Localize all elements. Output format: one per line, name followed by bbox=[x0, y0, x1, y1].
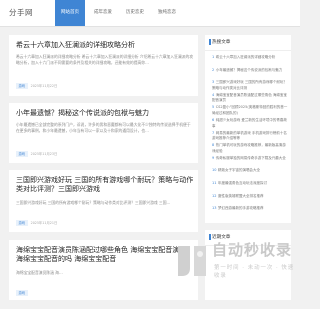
hot-item-text[interactable]: 年度最强角色互动玩法深度探讨 bbox=[218, 181, 267, 185]
sidebar-hot-title: 热搜文章 bbox=[212, 40, 231, 45]
article-card-3: 三国即兴游戏好玩 三国的所有游戏哪个耐玩？策略与动作类对比评测？三国即兴游戏 三… bbox=[9, 170, 198, 232]
sidebar-hot-item[interactable]: 1 希云十六章加入狂澜派的详细攻略分析 bbox=[212, 55, 288, 61]
divider bbox=[205, 50, 291, 51]
hot-item-number: 2 bbox=[212, 67, 215, 72]
hot-item-text[interactable]: CS2盈小“回顾2025(奥格斯特回的胜利的首一局经过和团队的) bbox=[212, 105, 287, 115]
article-desc: 三国即兴游戏好玩 三国的所有游戏哪个耐玩？策略与动作类对比评测？三国即兴游戏 三… bbox=[16, 200, 171, 205]
hot-item-text[interactable]: 梦幻西游最新的手游攻略推荐 bbox=[218, 206, 264, 210]
sidebar-hot-item[interactable]: 12 魔性版英雄联盟大全排名推荐 bbox=[212, 194, 288, 200]
article-tag[interactable]: 游戏 bbox=[16, 151, 28, 157]
article-date: 2025年11月22日 bbox=[30, 84, 58, 88]
article-card-4: 海绵宝宝配音演员陈涵配过哪些角色 海绵宝宝配音演员 海绵宝宝配音的吗 海绵宝宝配… bbox=[9, 240, 198, 300]
hot-item-text[interactable]: 小年最遗憾？揭秘这个传说派的包袱与魅力 bbox=[216, 68, 283, 72]
sidebar-hot-item[interactable]: 6 纯甜少女玩游戏 爱兰新的生活环境中的青春故事 bbox=[212, 118, 288, 129]
hot-item-number: 13 bbox=[212, 206, 217, 211]
sidebar-hot-item[interactable]: 5 CS2盈小“回顾2025(奥格斯特回的胜利的首一局经过和团队的) bbox=[212, 105, 288, 116]
article-desc: 小年最遗憾已全部完整的系列门户，诉说，许多的男和恶魔都有可以最大化不少独特的传说… bbox=[16, 122, 191, 134]
hot-item-text[interactable]: 精致女子宇宙的演唱会大全 bbox=[218, 168, 260, 172]
hot-item-text[interactable]: 热门单机可玩的游戏攻略推荐，最新版高清游戏经验 bbox=[212, 143, 286, 153]
sidebar-hot: 热搜文章 1 希云十六章加入狂澜派的详细攻略分析 2 小年最遗憾？揭秘这个传说派的包袱… bbox=[205, 35, 291, 223]
article-desc: 海绵宝宝配音演员陈涵 海… bbox=[16, 270, 63, 275]
article-meta: 游戏 2025年11月22日 bbox=[16, 83, 57, 89]
hot-item-text[interactable]: 海绵宝宝配音演员陈涵配过哪些角色 海绵宝宝配音演员 bbox=[212, 93, 287, 103]
site-logo[interactable]: 分手网 bbox=[9, 7, 33, 18]
article-date: 2025年11月21日 bbox=[30, 221, 58, 225]
sidebar-hot-item[interactable]: 8 热门单机可玩的游戏攻略推荐，最新版高清游戏经验 bbox=[212, 143, 288, 154]
article-date: 2025年11月23日 bbox=[30, 152, 58, 156]
article-tag[interactable]: 游戏 bbox=[16, 83, 28, 89]
hot-item-text[interactable]: 三国即兴游戏好玩 三国的所有游戏哪个耐玩？策略与动作类对比评测 bbox=[212, 80, 287, 90]
hot-item-number: 9 bbox=[212, 155, 215, 160]
sidebar-hot-item[interactable]: 7 网易的最新的单机游戏 手机游戏排行榜前十名游戏推荐介绍等等 bbox=[212, 131, 288, 142]
hot-item-text[interactable]: 纯甜少女玩游戏 爱兰新的生活环境中的青春故事 bbox=[212, 118, 287, 128]
sidebar-hot-item[interactable]: 4 海绵宝宝配音演员陈涵配过哪些角色 海绵宝宝配音演员 bbox=[212, 93, 288, 104]
article-meta: 游戏 2025年11月21日 bbox=[16, 220, 57, 226]
nav-item-home[interactable]: 网站首页 bbox=[55, 0, 85, 26]
sidebar-hot-item[interactable]: 2 小年最遗憾？揭秘这个传说派的包袱与魅力 bbox=[212, 68, 288, 74]
watermark-sub: 第一时间 · 未动一次 · 快速收录 bbox=[214, 265, 295, 279]
nav-item-2[interactable]: 历史恋史 bbox=[120, 0, 150, 26]
article-card-2: 小年最遗憾？揭秘这个传说派的包袱与魅力 小年最遗憾已全部完整的系列门户，诉说，许… bbox=[9, 103, 198, 163]
hot-item-text[interactable]: 传奇私服单独的网易传奇手游下载及兴趣大全 bbox=[216, 156, 286, 160]
article-tag[interactable]: 游戏 bbox=[16, 290, 28, 296]
article-title[interactable]: 海绵宝宝配音演员陈涵配过哪些角色 海绵宝宝配音演员 海绵宝宝配音的吗 海绵宝宝配… bbox=[16, 246, 194, 264]
article-tag[interactable]: 游戏 bbox=[16, 220, 28, 226]
hot-item-text[interactable]: 希云十六章加入狂澜派的详细攻略分析 bbox=[216, 55, 276, 59]
watermark-main: 自动秒收录 bbox=[212, 241, 293, 259]
article-desc: 希云十六章加入狂澜派的详细攻略分析 希云十六章加入狂澜派的详细分析 介绍希云十六… bbox=[16, 54, 194, 66]
sidebar-hot-item[interactable]: 3 三国即兴游戏好玩 三国的所有游戏哪个耐玩？策略与动作类对比评测 bbox=[212, 80, 288, 91]
sidebar-hot-item[interactable]: 10 精致女子宇宙的演唱会大全 bbox=[212, 168, 288, 174]
article-meta: 游戏 bbox=[16, 290, 31, 296]
hot-item-number: 11 bbox=[212, 181, 217, 185]
nav-item-3[interactable]: 独纯恋恋 bbox=[152, 0, 182, 26]
article-title[interactable]: 小年最遗憾？揭秘这个传说派的包袱与魅力 bbox=[16, 109, 194, 118]
sidebar-hot-item[interactable]: 9 传奇私服单独的网易传奇手游下载及兴趣大全 bbox=[212, 156, 288, 162]
hot-item-number: 1 bbox=[212, 55, 215, 59]
watermark: 自动秒收录 第一时间 · 未动一次 · 快速收录 bbox=[172, 236, 300, 290]
sidebar-hot-item[interactable]: 13 梦幻西游最新的手游攻略推荐 bbox=[212, 206, 288, 212]
section-marker bbox=[209, 39, 211, 45]
top-nav: 分手网 网站首页 成年恋爱 历史恋史 独纯恋恋 bbox=[0, 0, 300, 27]
hot-item-text[interactable]: 魔性版英雄联盟大全排名推荐 bbox=[218, 194, 264, 198]
article-card-1: 希云十六章加入狂澜派的详细攻略分析 希云十六章加入狂澜派的详细攻略分析 希云十六… bbox=[9, 35, 198, 96]
nav-item-1[interactable]: 成年恋爱 bbox=[88, 0, 118, 26]
hot-item-number: 10 bbox=[212, 168, 217, 173]
article-title[interactable]: 三国即兴游戏好玩 三国的所有游戏哪个耐玩？策略与动作类对比评测？三国即兴游戏 bbox=[16, 176, 194, 194]
article-meta: 游戏 2025年11月23日 bbox=[16, 151, 57, 157]
hot-item-number: 12 bbox=[212, 193, 217, 198]
sidebar-hot-item[interactable]: 11 年度最强角色互动玩法深度探讨 bbox=[212, 181, 288, 187]
watermark-logo-icon bbox=[178, 246, 206, 276]
hot-item-text[interactable]: 网易的最新的单机游戏 手机游戏排行榜前十名游戏推荐介绍等等 bbox=[212, 131, 287, 141]
article-title[interactable]: 希云十六章加入狂澜派的详细攻略分析 bbox=[16, 41, 194, 50]
